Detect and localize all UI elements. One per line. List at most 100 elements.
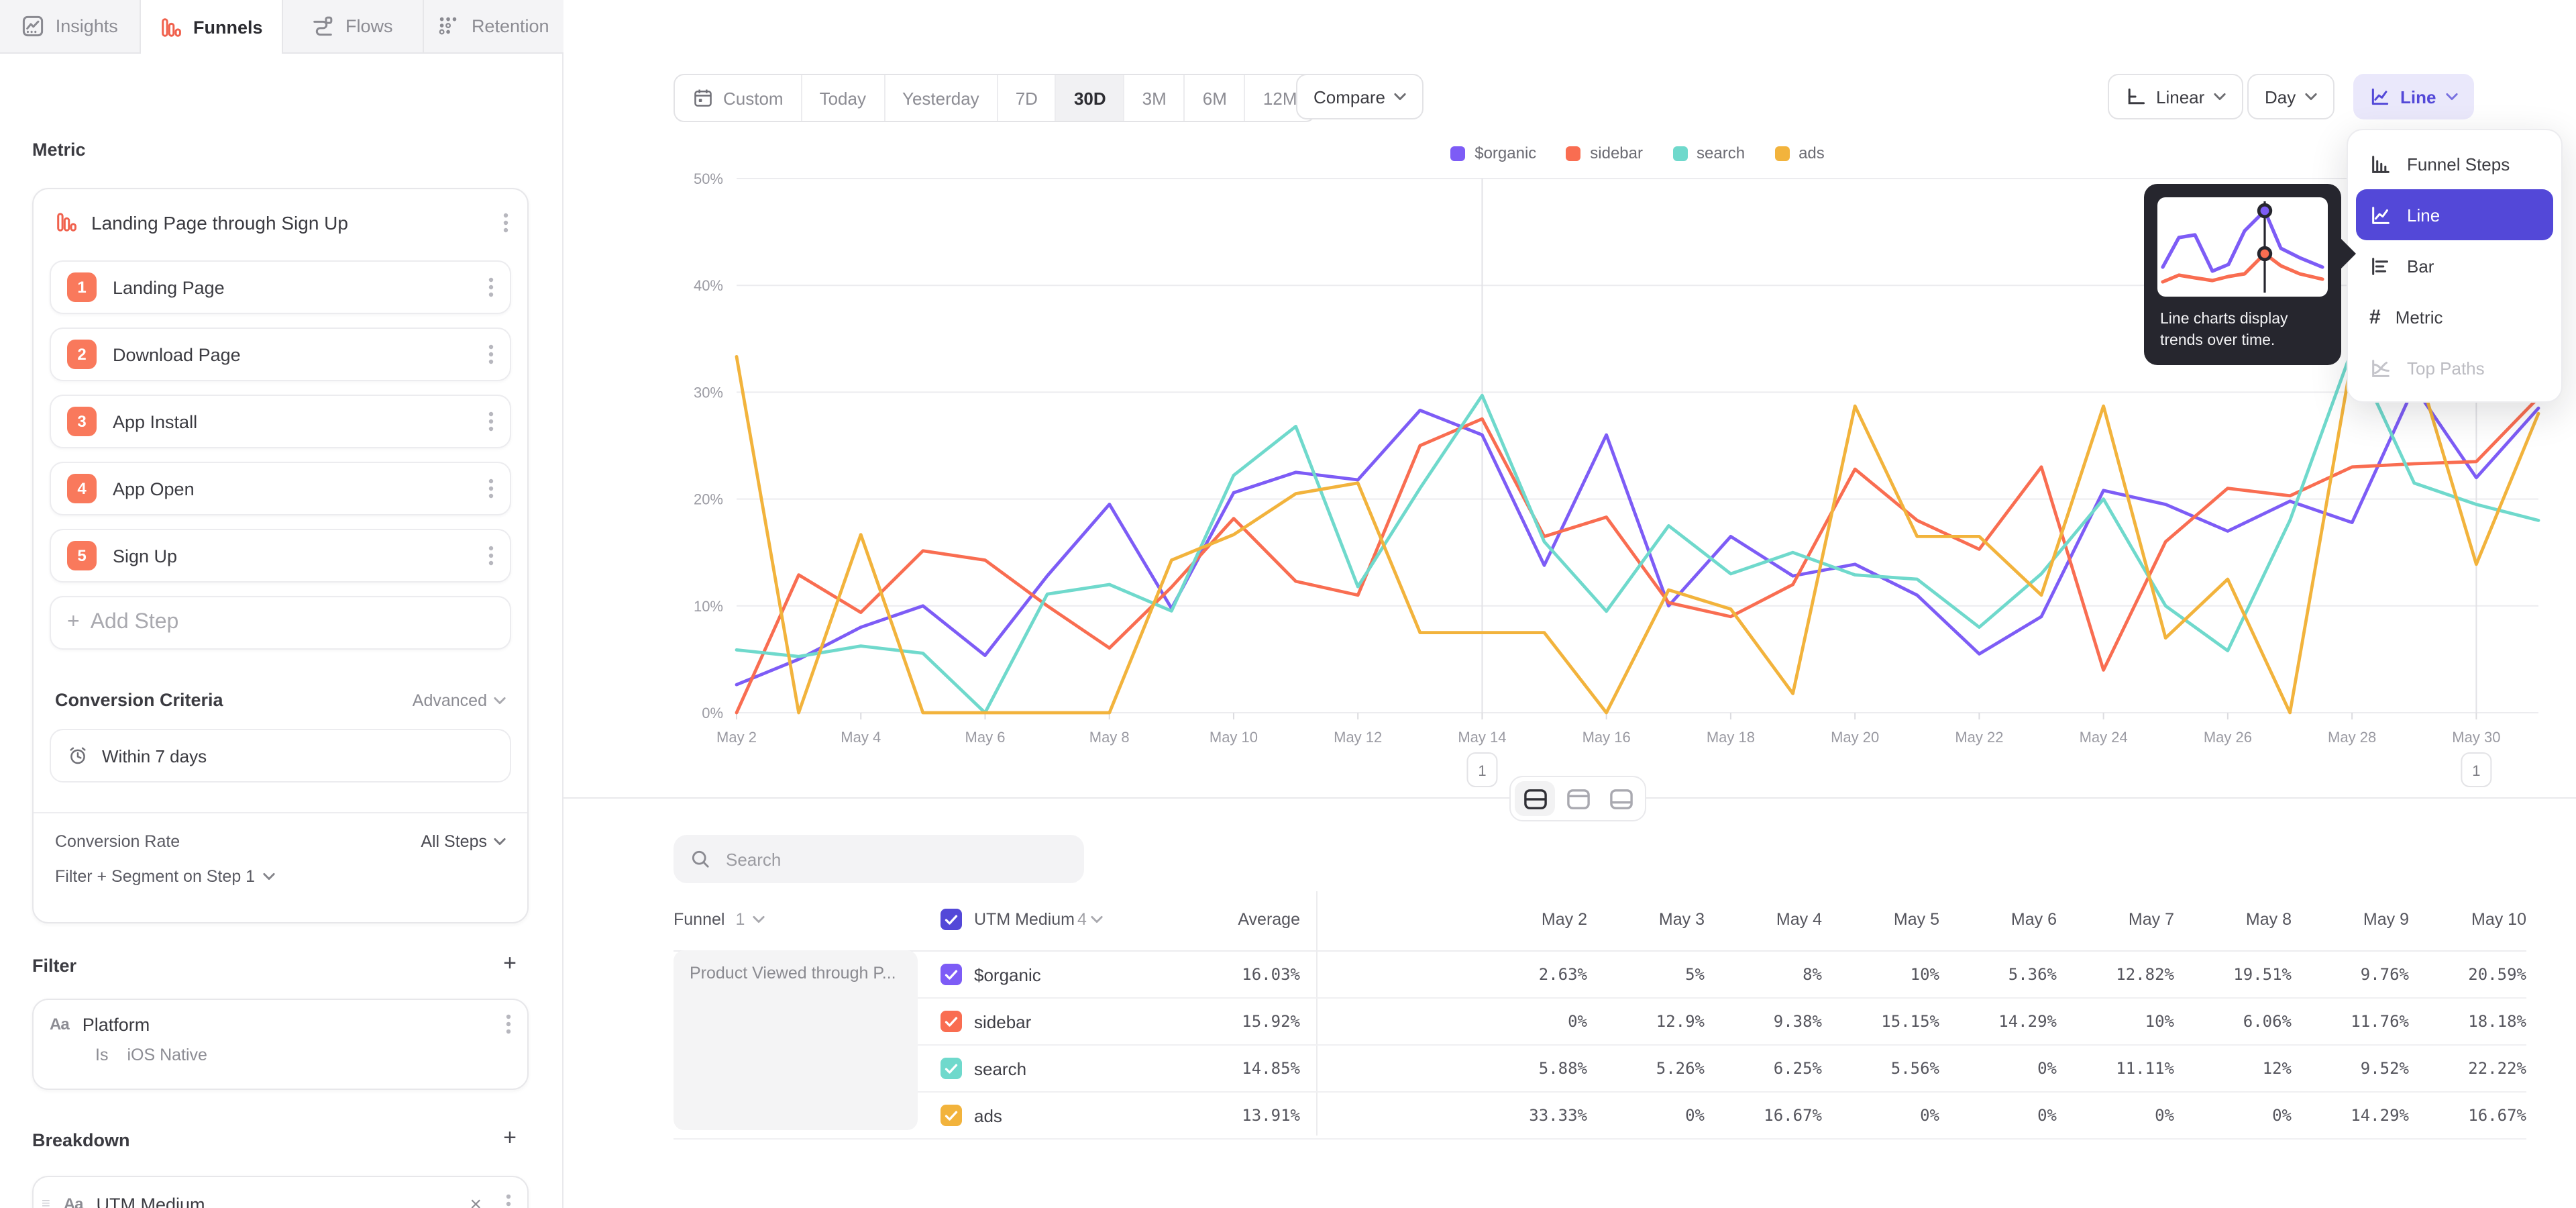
step-label: App Open [113,479,472,499]
menu-item-metric[interactable]: #Metric [2356,291,2553,342]
cell-value: 10% [2057,1012,2174,1031]
search-input[interactable] [723,848,1068,870]
drag-handle-icon[interactable]: ≡ [42,1196,50,1208]
table-row[interactable]: search 14.85% 5.88%5.26%6.25%5.56%0%11.1… [674,1046,2526,1093]
menu-item-bar[interactable]: Bar [2356,240,2553,291]
chevron-down-icon [1091,915,1104,923]
series-checkbox[interactable] [941,1105,962,1126]
table-row[interactable]: sidebar 15.92% 0%12.9%9.38%15.15%14.29%1… [674,999,2526,1046]
funnel-step-2[interactable]: 2 Download Page [50,328,511,381]
chart-type-button[interactable]: Line [2353,74,2473,119]
menu-item-funnel-steps[interactable]: Funnel Steps [2356,138,2553,189]
filter-value[interactable]: iOS Native [127,1046,207,1064]
filter-operator[interactable]: Is [95,1046,108,1064]
series-checkbox[interactable] [941,1011,962,1032]
legend-swatch [1774,146,1789,160]
add-breakdown-button[interactable]: + [503,1125,517,1152]
plus-icon: + [67,611,80,635]
step-kebab-icon[interactable] [488,411,494,432]
series-checkbox[interactable] [941,964,962,985]
svg-text:May 12: May 12 [1334,729,1382,746]
cell-value: 12% [2174,1059,2292,1078]
conversion-window-value: Within 7 days [102,746,207,766]
scale-button[interactable]: Linear [2108,74,2243,119]
add-step-button[interactable]: + Add Step [50,596,511,650]
legend-item[interactable]: $organic [1450,144,1536,162]
chart-type-tooltip: Line charts display trends over time. [2144,184,2341,365]
date-column-header: May 10 [2409,910,2526,929]
series-name: search [974,1058,1026,1078]
funnel-cell[interactable]: Product Viewed through P... [674,950,918,1130]
select-all-checkbox[interactable] [941,909,962,930]
filter-kebab-icon[interactable] [506,1013,511,1035]
average-value: 16.03% [1242,965,1300,984]
range-3m[interactable]: 3M [1125,75,1185,121]
conversion-rate-label: Conversion Rate [55,832,421,851]
svg-text:50%: 50% [694,170,723,187]
cell-value: 16.67% [1705,1106,1822,1125]
step-kebab-icon[interactable] [488,344,494,365]
legend-item[interactable]: sidebar [1566,144,1643,162]
funnel-column-header[interactable]: Funnel1 [674,910,923,929]
range-custom[interactable]: Custom [675,75,802,121]
range-30d[interactable]: 30D [1057,75,1125,121]
menu-item-line[interactable]: Line [2356,189,2553,240]
tab-retention[interactable]: Retention [424,0,564,52]
cell-value: 5.36% [1939,965,2057,984]
average-value: 13.91% [1242,1106,1300,1125]
range-6m[interactable]: 6M [1185,75,1246,121]
cell-value: 0% [1939,1059,2057,1078]
step-kebab-icon[interactable] [488,478,494,499]
table-row[interactable]: ads 13.91% 33.33%0%16.67%0%0%0%0%14.29%1… [674,1093,2526,1138]
remove-breakdown-icon[interactable]: × [470,1193,482,1208]
compare-button[interactable]: Compare [1296,74,1424,119]
metric-kebab-icon[interactable] [503,211,508,233]
svg-text:May 2: May 2 [716,729,757,746]
table-view-button[interactable] [1601,781,1641,816]
legend-item[interactable]: ads [1774,144,1825,162]
step-kebab-icon[interactable] [488,276,494,298]
tab-insights[interactable]: Insights [0,0,142,52]
breakdown-column-header[interactable]: UTM Medium [974,910,1075,929]
filter-property[interactable]: Platform [83,1014,492,1034]
add-filter-button[interactable]: + [503,950,517,977]
legend-item[interactable]: search [1672,144,1745,162]
split-view-button[interactable] [1515,781,1555,816]
advanced-dropdown[interactable]: Advanced [413,691,506,709]
metric-card-header[interactable]: Landing Page through Sign Up [55,211,508,234]
step-kebab-icon[interactable] [488,545,494,566]
funnel-step-4[interactable]: 4 App Open [50,462,511,515]
interval-button[interactable]: Day [2247,74,2334,119]
funnel-step-1[interactable]: 1 Landing Page [50,260,511,314]
step-label: Download Page [113,344,472,364]
tooltip-text: Line charts display trends over time. [2157,309,2328,352]
table-row[interactable]: $organic 16.03% 2.63%5%8%10%5.36%12.82%1… [674,952,2526,999]
divider [34,812,527,813]
conversion-rate-dropdown[interactable]: All Steps [421,832,506,851]
range-7d[interactable]: 7D [998,75,1057,121]
range-yesterday[interactable]: Yesterday [885,75,998,121]
filter-segment-dropdown[interactable]: Filter + Segment on Step 1 [55,867,506,886]
chart-view-button[interactable] [1558,781,1598,816]
breakdown-property[interactable]: UTM Medium [97,1194,457,1208]
step-number-badge: 4 [67,474,97,503]
tab-funnels[interactable]: Funnels [142,0,283,54]
table-rows: $organic 16.03% 2.63%5%8%10%5.36%12.82%1… [674,950,2526,1140]
main-panel: CustomTodayYesterday7D30D3M6M12M Compare… [564,0,2576,1208]
funnel-step-5[interactable]: 5 Sign Up [50,529,511,583]
range-today[interactable]: Today [802,75,885,121]
breakdown-card: ≡ Aa UTM Medium × [32,1176,529,1208]
date-column-header: May 9 [2292,910,2409,929]
breakdown-kebab-icon[interactable] [506,1193,511,1208]
conversion-window[interactable]: Within 7 days [50,729,511,783]
chevron-down-icon [494,696,506,704]
svg-text:May 18: May 18 [1707,729,1755,746]
cell-value: 14.29% [2292,1106,2409,1125]
series-checkbox[interactable] [941,1058,962,1079]
search-box[interactable] [674,835,1084,883]
svg-text:May 6: May 6 [965,729,1006,746]
funnel-step-3[interactable]: 3 App Install [50,395,511,448]
tab-flows[interactable]: Flows [282,0,424,52]
average-value: 14.85% [1242,1059,1300,1078]
svg-text:0%: 0% [702,705,723,721]
